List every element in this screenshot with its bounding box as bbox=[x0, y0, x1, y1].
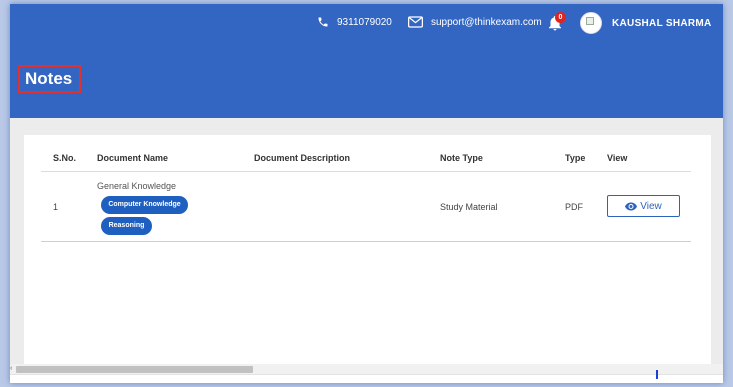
column-header-type: Type bbox=[565, 153, 586, 163]
email-contact[interactable]: support@thinkexam.com bbox=[408, 16, 542, 28]
view-button[interactable]: View bbox=[607, 195, 680, 217]
avatar[interactable] bbox=[580, 12, 602, 34]
phone-contact[interactable]: 9311079020 bbox=[317, 16, 392, 28]
row-document-name: General Knowledge bbox=[97, 181, 177, 191]
email-address: support@thinkexam.com bbox=[431, 16, 542, 28]
user-name[interactable]: KAUSHAL SHARMA bbox=[612, 18, 712, 29]
horizontal-scrollbar[interactable]: ‹ bbox=[10, 364, 723, 374]
column-header-note-type: Note Type bbox=[440, 153, 483, 163]
view-button-label: View bbox=[640, 200, 662, 212]
mail-icon bbox=[408, 16, 423, 28]
column-header-document-description: Document Description bbox=[254, 153, 351, 163]
header: 9311079020 support@thinkexam.com 0 KAUSH… bbox=[10, 4, 723, 118]
scrollbar-thumb[interactable] bbox=[16, 366, 253, 373]
scroll-left-arrow-icon[interactable]: ‹ bbox=[10, 365, 12, 372]
row-divider bbox=[41, 241, 691, 242]
marker bbox=[656, 370, 658, 379]
column-header-sno: S.No. bbox=[53, 153, 77, 163]
row-type: PDF bbox=[565, 202, 583, 212]
phone-icon bbox=[318, 17, 328, 27]
tag-chip[interactable]: Reasoning bbox=[101, 217, 152, 235]
notes-panel: S.No. Document Name Document Description… bbox=[24, 135, 711, 381]
tag-chip[interactable]: Computer Knowledge bbox=[101, 196, 188, 214]
column-header-document-name: Document Name bbox=[97, 153, 169, 163]
page-title: Notes bbox=[18, 65, 81, 93]
header-divider bbox=[41, 171, 691, 172]
notification-badge: 0 bbox=[555, 12, 566, 23]
row-note-type: Study Material bbox=[440, 202, 498, 212]
phone-number: 9311079020 bbox=[337, 16, 392, 28]
bottom-strip bbox=[10, 374, 723, 383]
app-window: 9311079020 support@thinkexam.com 0 KAUSH… bbox=[10, 4, 723, 383]
app-frame: 9311079020 support@thinkexam.com 0 KAUSH… bbox=[0, 0, 733, 387]
column-header-view: View bbox=[607, 153, 628, 163]
row-sno: 1 bbox=[53, 202, 59, 212]
broken-image-icon bbox=[586, 17, 594, 25]
eye-icon bbox=[625, 202, 638, 210]
